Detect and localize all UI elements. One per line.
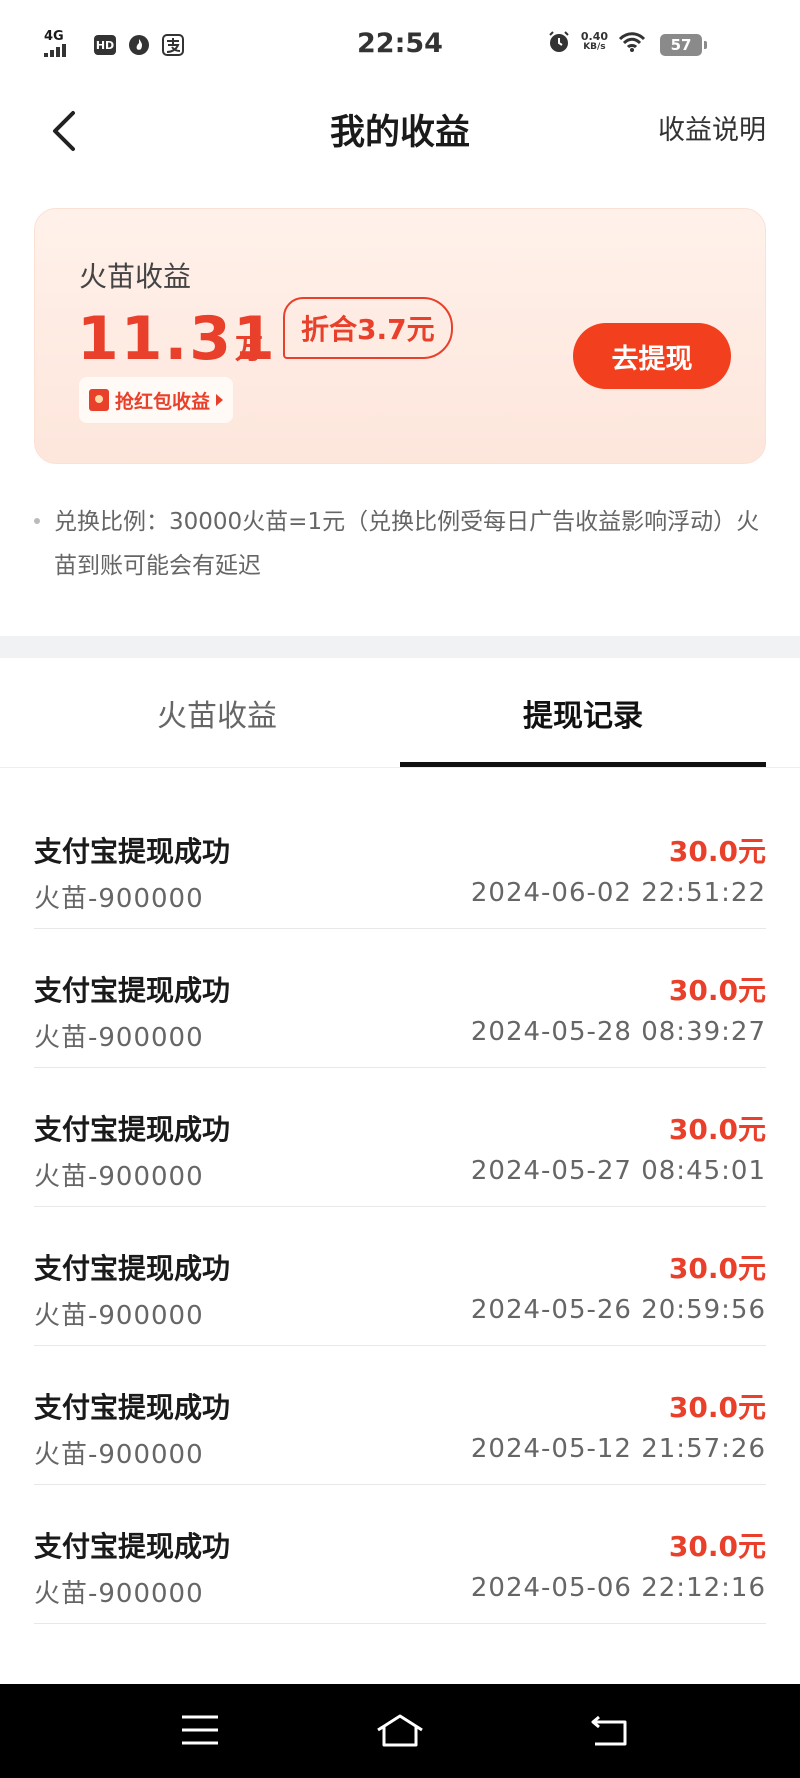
list-item[interactable]: 支付宝提现成功 火苗-900000 30.0元 2024-05-12 21:57… bbox=[34, 1346, 766, 1485]
header: 我的收益 收益说明 bbox=[0, 92, 800, 182]
record-flame-amount: 火苗-900000 bbox=[34, 1162, 204, 1192]
battery-icon: 57 bbox=[660, 34, 707, 56]
record-time: 2024-05-27 08:45:01 bbox=[470, 1156, 766, 1186]
record-title: 支付宝提现成功 bbox=[34, 1530, 231, 1563]
record-flame-amount: 火苗-900000 bbox=[34, 1579, 204, 1609]
arrow-right-icon bbox=[216, 394, 224, 406]
list-item[interactable]: 支付宝提现成功 火苗-900000 30.0元 2024-06-02 22:51… bbox=[34, 790, 766, 929]
record-flame-amount: 火苗-900000 bbox=[34, 1440, 204, 1470]
home-button[interactable] bbox=[370, 1702, 430, 1758]
list-item[interactable]: 支付宝提现成功 火苗-900000 30.0元 2024-05-06 22:12… bbox=[34, 1485, 766, 1624]
back-icon bbox=[591, 1715, 627, 1746]
equivalent-badge: 折合3.7元 bbox=[283, 297, 453, 359]
active-tab-indicator bbox=[400, 762, 766, 767]
record-cash-amount: 30.0元 bbox=[668, 835, 766, 868]
system-back-button[interactable] bbox=[580, 1702, 640, 1758]
status-bar: 4G HD 22:54 0.40 KB/s 57 bbox=[0, 0, 800, 92]
record-flame-amount: 火苗-900000 bbox=[34, 1023, 204, 1053]
speed-unit: KB/s bbox=[583, 42, 606, 52]
record-cash-amount: 30.0元 bbox=[668, 1113, 766, 1146]
red-envelope-icon bbox=[89, 389, 109, 411]
record-cash-amount: 30.0元 bbox=[668, 1252, 766, 1285]
earnings-help-link[interactable]: 收益说明 bbox=[658, 108, 766, 147]
earnings-unit: 万 bbox=[235, 332, 264, 365]
record-time: 2024-05-26 20:59:56 bbox=[470, 1295, 766, 1325]
earnings-card: 火苗收益 11.31 万 折合3.7元 抢红包收益 去提现 bbox=[34, 208, 766, 464]
withdraw-record-list: 支付宝提现成功 火苗-900000 30.0元 2024-06-02 22:51… bbox=[34, 790, 766, 1624]
network-speed: 0.40 KB/s bbox=[581, 31, 608, 53]
status-right: 0.40 KB/s bbox=[547, 30, 646, 54]
menu-icon bbox=[182, 1715, 218, 1745]
speed-value: 0.40 bbox=[580, 30, 608, 43]
wifi-icon bbox=[618, 32, 646, 52]
record-flame-amount: 火苗-900000 bbox=[34, 884, 204, 914]
record-time: 2024-06-02 22:51:22 bbox=[470, 878, 766, 908]
system-nav-bar bbox=[0, 1684, 800, 1778]
earnings-label: 火苗收益 bbox=[79, 260, 192, 293]
exchange-note-text: 兑换比例：30000火苗=1元（兑换比例受每日广告收益影响浮动）火苗到账可能会有… bbox=[54, 509, 760, 579]
record-title: 支付宝提现成功 bbox=[34, 1391, 231, 1424]
record-title: 支付宝提现成功 bbox=[34, 1113, 231, 1146]
red-packet-earnings-link[interactable]: 抢红包收益 bbox=[79, 377, 234, 423]
record-cash-amount: 30.0元 bbox=[668, 1530, 766, 1563]
record-title: 支付宝提现成功 bbox=[34, 974, 231, 1007]
tab-bar: 火苗收益 提现记录 bbox=[0, 658, 800, 768]
withdraw-button[interactable]: 去提现 bbox=[573, 323, 731, 389]
record-cash-amount: 30.0元 bbox=[668, 974, 766, 1007]
list-item[interactable]: 支付宝提现成功 火苗-900000 30.0元 2024-05-26 20:59… bbox=[34, 1207, 766, 1346]
record-flame-amount: 火苗-900000 bbox=[34, 1301, 204, 1331]
alarm-icon bbox=[549, 31, 569, 52]
record-title: 支付宝提现成功 bbox=[34, 1252, 231, 1285]
section-divider bbox=[0, 636, 800, 658]
record-time: 2024-05-28 08:39:27 bbox=[470, 1017, 766, 1047]
record-time: 2024-05-06 22:12:16 bbox=[470, 1573, 766, 1603]
tab-flame-earnings[interactable]: 火苗收益 bbox=[34, 658, 400, 768]
list-item[interactable]: 支付宝提现成功 火苗-900000 30.0元 2024-05-27 08:45… bbox=[34, 1068, 766, 1207]
exchange-note: 兑换比例：30000火苗=1元（兑换比例受每日广告收益影响浮动）火苗到账可能会有… bbox=[34, 500, 776, 588]
record-cash-amount: 30.0元 bbox=[668, 1391, 766, 1424]
red-packet-label: 抢红包收益 bbox=[115, 390, 211, 413]
record-title: 支付宝提现成功 bbox=[34, 835, 231, 868]
record-time: 2024-05-12 21:57:26 bbox=[470, 1434, 766, 1464]
tab-withdraw-records[interactable]: 提现记录 bbox=[400, 658, 766, 768]
list-item[interactable]: 支付宝提现成功 火苗-900000 30.0元 2024-05-28 08:39… bbox=[34, 929, 766, 1068]
menu-button[interactable] bbox=[170, 1702, 230, 1758]
bullet-dot bbox=[34, 518, 40, 524]
home-icon bbox=[377, 1714, 423, 1747]
